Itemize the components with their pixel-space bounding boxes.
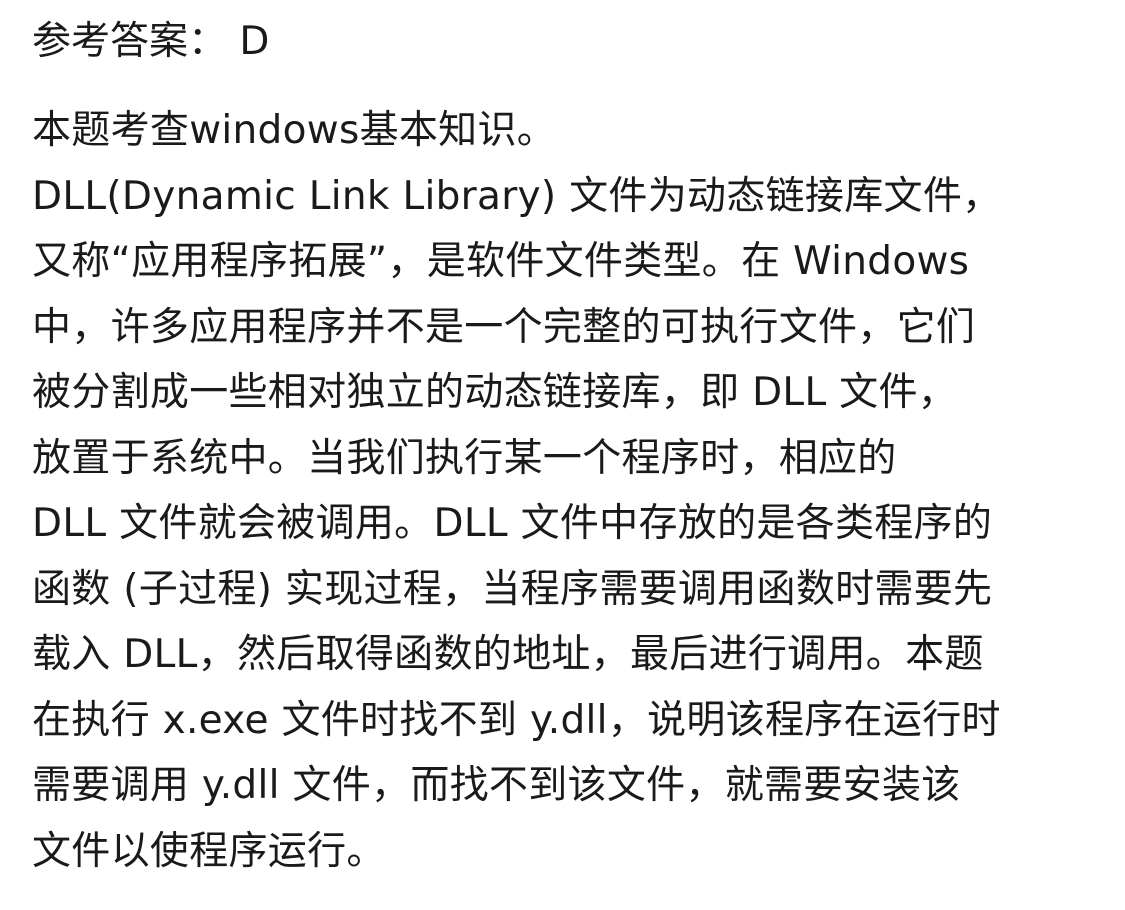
explanation-line: 载入 DLL，然后取得函数的地址，最后进行调用。本题 [32, 632, 984, 677]
explanation-text: 本题考查windows基本知识。 DLL(Dynamic Link Librar… [32, 98, 1107, 884]
explanation-line: DLL 文件就会被调用。DLL 文件中存放的是各类程序的 [32, 501, 993, 546]
explanation-line: 在执行 x.exe 文件时找不到 y.dll，说明该程序在运行时 [32, 697, 1001, 743]
explanation-line: 函数 (子过程) 实现过程，当程序需要调用函数时需要先 [32, 566, 993, 612]
explanation-line: DLL(Dynamic Link Library) 文件为动态链接库文件， [32, 173, 1002, 219]
answer-line: 参考答案： D [32, 19, 270, 64]
explanation-line: 文件以使程序运行。 [32, 828, 386, 874]
explanation-line: 中，许多应用程序并不是一个完整的可执行文件，它们 [32, 304, 976, 350]
explanation-line: 放置于系统中。当我们执行某一个程序时，相应的 [32, 435, 897, 481]
explanation-line: 本题考查windows基本知识。 [32, 108, 557, 153]
explanation-line: 被分割成一些相对独立的动态链接库，即 DLL 文件， [32, 370, 958, 415]
explanation-line: 又称“应用程序拓展”，是软件文件类型。在 Windows [32, 239, 970, 284]
explanation-line: 需要调用 y.dll 文件，而找不到该文件，就需要安装该 [32, 763, 961, 808]
